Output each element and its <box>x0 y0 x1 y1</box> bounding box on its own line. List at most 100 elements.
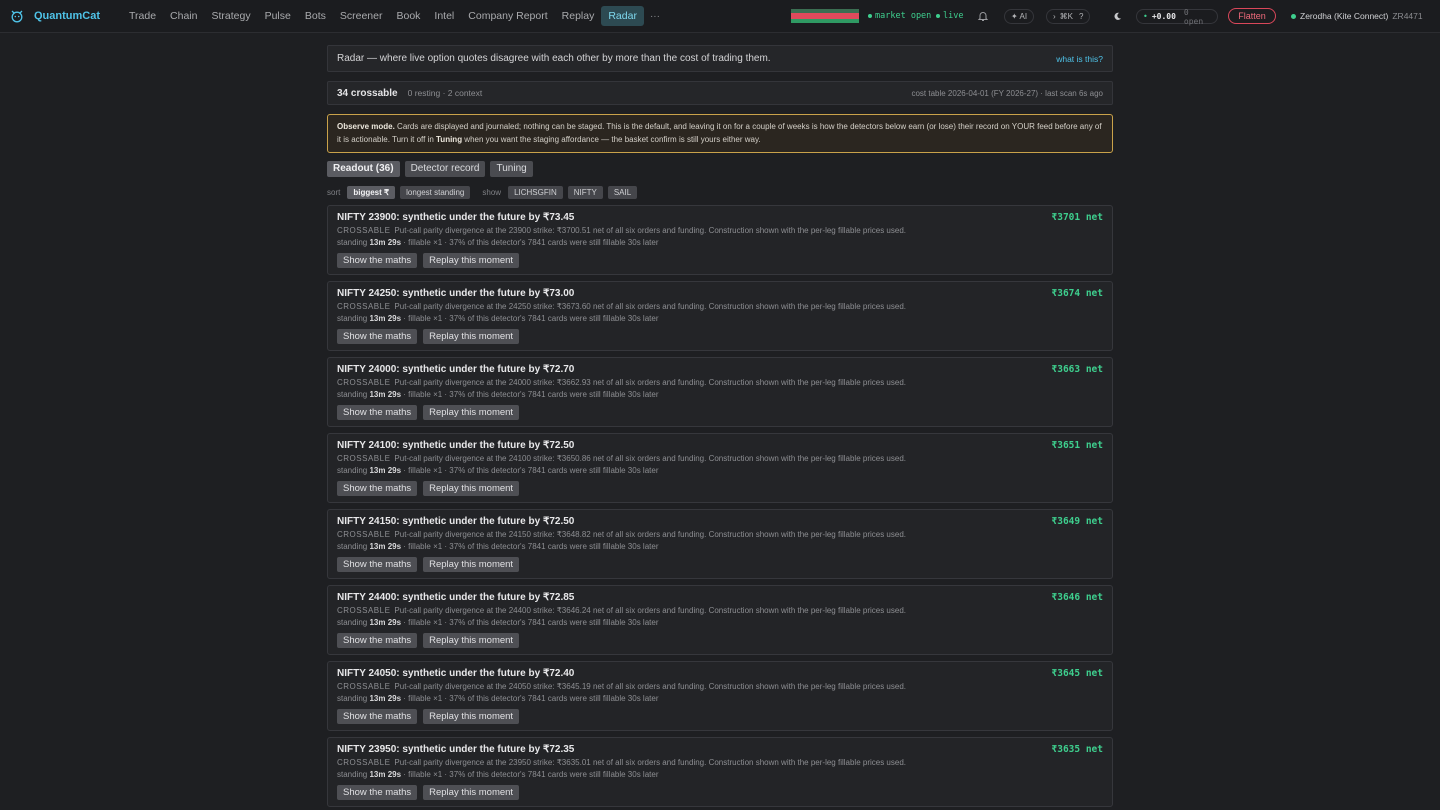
sort-label: sort <box>327 187 341 197</box>
replay-moment-button[interactable]: Replay this moment <box>423 709 520 724</box>
card-title: NIFTY 23900: synthetic under the future … <box>337 212 575 223</box>
broker-status[interactable]: Zerodha (Kite Connect) ZR4471 <box>1291 11 1423 21</box>
crossable-tag: CROSSABLE <box>337 226 391 235</box>
market-breadth-bar <box>791 9 859 23</box>
crossable-tag: CROSSABLE <box>337 378 391 387</box>
card-net-value: ₹3663 net <box>1051 364 1103 375</box>
replay-moment-button[interactable]: Replay this moment <box>423 481 520 496</box>
replay-moment-button[interactable]: Replay this moment <box>423 405 520 420</box>
opportunity-card: NIFTY 23950: synthetic under the future … <box>327 737 1113 807</box>
crossable-tag: CROSSABLE <box>337 454 391 463</box>
nav-replay[interactable]: Replay <box>555 6 602 26</box>
radar-tabs: Readout (36) Detector record Tuning <box>327 161 1113 177</box>
show-maths-button[interactable]: Show the maths <box>337 481 418 496</box>
flatten-button[interactable]: Flatten <box>1228 8 1276 24</box>
scan-summary: 34 crossable 0 resting · 2 context cost … <box>327 81 1113 105</box>
moon-icon[interactable] <box>1113 12 1122 21</box>
brand-name: QuantumCat <box>34 10 100 22</box>
card-title: NIFTY 23950: synthetic under the future … <box>337 744 575 755</box>
radar-intro: Radar — where live option quotes disagre… <box>327 45 1113 72</box>
main-nav: Trade Chain Strategy Pulse Bots Screener Book I… <box>122 6 644 26</box>
opportunity-card: NIFTY 23900: synthetic under the future … <box>327 205 1113 275</box>
card-net-value: ₹3635 net <box>1051 744 1103 755</box>
card-net-value: ₹3646 net <box>1051 592 1103 603</box>
card-description: CROSSABLE Put-call parity divergence at t… <box>337 682 907 691</box>
sort-biggest-chip[interactable]: biggest ₹ <box>347 185 396 199</box>
what-is-this-link[interactable]: what is this? <box>1056 54 1103 64</box>
show-maths-button[interactable]: Show the maths <box>337 405 418 420</box>
nav-book[interactable]: Book <box>389 6 427 26</box>
live-status: live <box>936 11 963 21</box>
nav-strategy[interactable]: Strategy <box>204 6 257 26</box>
replay-moment-button[interactable]: Replay this moment <box>423 633 520 648</box>
scan-info: cost table 2026-04-01 (FY 2026-27) · las… <box>911 88 1103 98</box>
nav-trade[interactable]: Trade <box>122 6 163 26</box>
bell-icon[interactable] <box>977 10 989 22</box>
top-bar: QuantumCat Trade Chain Strategy Pulse Bots Sc… <box>0 0 1440 33</box>
opportunity-card: NIFTY 24050: synthetic under the future … <box>327 661 1113 731</box>
pnl-indicator: • +0.00 0 open <box>1136 8 1218 26</box>
card-title: NIFTY 24050: synthetic under the future … <box>337 668 575 679</box>
help-button[interactable]: ? <box>1079 12 1083 21</box>
card-net-value: ₹3645 net <box>1051 668 1103 679</box>
nav-screener[interactable]: Screener <box>333 6 390 26</box>
tab-tuning[interactable]: Tuning <box>490 161 533 177</box>
card-standing: standing 13m 29s · fillable ×1 · 37% of … <box>337 542 659 551</box>
opportunity-card: NIFTY 24150: synthetic under the future … <box>327 509 1113 579</box>
card-title: NIFTY 24400: synthetic under the future … <box>337 592 575 603</box>
card-description: CROSSABLE Put-call parity divergence at t… <box>337 606 907 615</box>
card-title: NIFTY 24100: synthetic under the future … <box>337 440 575 451</box>
show-maths-button[interactable]: Show the maths <box>337 709 418 724</box>
card-net-value: ₹3649 net <box>1051 516 1103 527</box>
nav-chain[interactable]: Chain <box>163 6 204 26</box>
show-maths-button[interactable]: Show the maths <box>337 785 418 800</box>
market-status: market open <box>868 11 931 21</box>
card-net-value: ₹3651 net <box>1051 440 1103 451</box>
card-description: CROSSABLE Put-call parity divergence at t… <box>337 530 907 539</box>
crossable-tag: CROSSABLE <box>337 530 391 539</box>
ai-button[interactable]: ✦ AI <box>1004 9 1035 24</box>
opportunity-card: NIFTY 24400: synthetic under the future … <box>327 585 1113 655</box>
card-standing: standing 13m 29s · fillable ×1 · 37% of … <box>337 618 659 627</box>
cat-logo-icon <box>11 10 23 23</box>
crossable-tag: CROSSABLE <box>337 302 391 311</box>
tab-detector-record[interactable]: Detector record <box>404 161 486 177</box>
show-maths-button[interactable]: Show the maths <box>337 633 418 648</box>
card-description: CROSSABLE Put-call parity divergence at t… <box>337 226 907 235</box>
replay-moment-button[interactable]: Replay this moment <box>423 253 520 268</box>
show-label: show <box>482 187 502 197</box>
card-title: NIFTY 24000: synthetic under the future … <box>337 364 575 375</box>
card-description: CROSSABLE Put-call parity divergence at t… <box>337 378 907 387</box>
sort-longest-chip[interactable]: longest standing <box>400 185 471 199</box>
show-maths-button[interactable]: Show the maths <box>337 557 418 572</box>
show-sail-chip[interactable]: SAIL <box>607 185 638 199</box>
show-maths-button[interactable]: Show the maths <box>337 253 418 268</box>
replay-moment-button[interactable]: Replay this moment <box>423 329 520 344</box>
card-description: CROSSABLE Put-call parity divergence at t… <box>337 758 907 767</box>
nav-intel[interactable]: Intel <box>427 6 461 26</box>
show-lichsgfin-chip[interactable]: LICHSGFIN <box>508 185 563 199</box>
replay-moment-button[interactable]: Replay this moment <box>423 557 520 572</box>
crossable-tag: CROSSABLE <box>337 682 391 691</box>
nav-pulse[interactable]: Pulse <box>258 6 298 26</box>
opportunity-card: NIFTY 24100: synthetic under the future … <box>327 433 1113 503</box>
opportunity-card: NIFTY 24250: synthetic under the future … <box>327 281 1113 351</box>
card-title: NIFTY 24150: synthetic under the future … <box>337 516 575 527</box>
intro-text: Radar — where live option quotes disagre… <box>337 53 771 64</box>
nav-radar[interactable]: Radar <box>601 6 644 26</box>
show-maths-button[interactable]: Show the maths <box>337 329 418 344</box>
replay-moment-button[interactable]: Replay this moment <box>423 785 520 800</box>
filter-bar: sort biggest ₹ longest standing show LIC… <box>327 185 1113 199</box>
crossable-count: 34 crossable <box>337 87 398 99</box>
crossable-tag: CROSSABLE <box>337 758 391 767</box>
nav-bots[interactable]: Bots <box>298 6 333 26</box>
card-net-value: ₹3701 net <box>1051 212 1103 223</box>
more-nav-button[interactable]: ··· <box>644 7 666 26</box>
card-title: NIFTY 24250: synthetic under the future … <box>337 288 575 299</box>
brand[interactable]: QuantumCat <box>10 9 122 23</box>
show-nifty-chip[interactable]: NIFTY <box>567 185 603 199</box>
command-palette-button[interactable]: › ⌘K ? <box>1046 9 1091 24</box>
tab-readout[interactable]: Readout (36) <box>327 161 400 177</box>
nav-company-report[interactable]: Company Report <box>461 6 554 26</box>
card-standing: standing 13m 29s · fillable ×1 · 37% of … <box>337 694 659 703</box>
